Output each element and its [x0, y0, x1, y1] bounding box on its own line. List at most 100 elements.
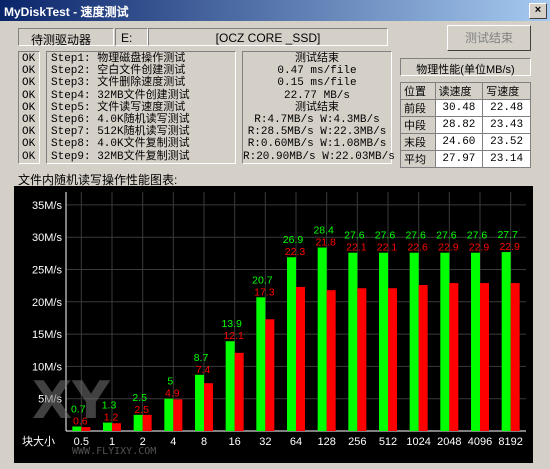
x-tick-label: 32	[259, 436, 271, 448]
perf-position: 前段	[400, 99, 436, 117]
x-axis-label: 块大小	[22, 434, 55, 448]
performance-chart: 5M/s10M/s15M/s20M/s25M/s30M/s35M/s0.70.6…	[14, 186, 533, 463]
x-tick-label: 256	[348, 436, 366, 448]
x-tick-label: 128	[317, 436, 335, 448]
step-status: OK	[22, 89, 36, 102]
read-data-label: 27.6	[344, 230, 365, 242]
read-bar	[164, 398, 174, 431]
perf-title: 物理性能(单位MB/s)	[416, 64, 515, 76]
read-bar	[348, 252, 358, 431]
step-name: Step1: 物理磁盘操作测试	[51, 53, 186, 65]
step-status: OK	[22, 150, 36, 163]
result-list: 测试结束 0.47 ms/file 0.15 ms/file 22.77 MB/…	[242, 51, 395, 164]
step-status: OK	[22, 101, 36, 114]
read-bar	[440, 252, 450, 431]
read-bar	[133, 414, 143, 431]
result-value: 0.15 ms/file	[277, 77, 357, 90]
drive-letter: E:	[121, 31, 133, 45]
write-bar	[204, 383, 213, 431]
result-value: R:0.60MB/s W:1.08MB/s	[247, 138, 387, 151]
result-value: R:20.90MB/s W:22.03MB/s	[243, 150, 395, 163]
read-bar	[471, 252, 480, 431]
step-status: OK	[22, 65, 36, 78]
perf-position: 末段	[400, 133, 436, 151]
x-tick-label: 1024	[406, 436, 430, 448]
result-value: 22.77 MB/s	[283, 89, 350, 102]
read-data-label: 13.9	[221, 318, 242, 330]
write-data-label: 21.8	[315, 237, 336, 249]
watermark-url: WWW.FLYIXY.COM	[72, 446, 156, 457]
drive-letter-box: E:	[115, 28, 148, 46]
write-bar	[480, 283, 489, 431]
read-bar	[225, 341, 235, 431]
read-data-label: 27.6	[467, 230, 488, 242]
step-name: Step3: 文件删除速度测试	[51, 77, 186, 90]
write-data-label: 22.9	[438, 242, 459, 254]
step-status: OK	[22, 77, 36, 90]
x-tick-label: 4096	[468, 436, 492, 448]
y-tick-label: 30M/s	[32, 232, 62, 244]
write-data-label: 17.3	[254, 286, 275, 298]
read-data-label: 8.7	[194, 352, 209, 364]
perf-read: 28.82	[434, 116, 484, 134]
read-bar	[287, 257, 296, 431]
write-bar	[449, 283, 459, 431]
step-name: Step7: 512K随机读写测试	[51, 126, 190, 139]
perf-header: 写速度	[482, 82, 531, 100]
write-bar	[234, 352, 244, 431]
step-name: Step2: 空白文件创建测试	[51, 65, 186, 78]
finish-test-button[interactable]: 测试结束	[447, 25, 531, 51]
perf-row: 前段 30.48 22.48	[400, 99, 531, 117]
step-status: OK	[22, 138, 36, 151]
y-tick-label: 35M/s	[32, 200, 62, 212]
result-value: 0.47 ms/file	[277, 65, 357, 78]
write-bar	[326, 290, 336, 431]
y-tick-label: 25M/s	[32, 265, 62, 277]
status-list: OK OK OK OK OK OK OK OK OK	[18, 51, 40, 164]
title-bar: MyDiskTest - 速度测试 ×	[0, 0, 550, 21]
perf-position: 平均	[400, 150, 436, 168]
write-data-label: 2.5	[134, 404, 149, 416]
perf-write: 23.14	[482, 150, 531, 168]
step-name: Step9: 32MB文件复制测试	[51, 150, 190, 163]
result-value: R:28.5MB/s W:22.3MB/s	[247, 126, 387, 139]
step-name: Step4: 32MB文件创建测试	[51, 89, 190, 102]
write-bar	[388, 288, 397, 431]
write-bar	[265, 319, 275, 431]
app-window: MyDiskTest - 速度测试 × 待测驱动器 E: [OCZ CORE _…	[0, 0, 550, 469]
x-tick-label: 16	[229, 436, 241, 448]
perf-write: 23.52	[482, 133, 531, 151]
drive-model: [OCZ CORE _SSD]	[215, 31, 321, 45]
result-value: 测试结束	[295, 101, 339, 114]
perf-row: 中段 28.82 23.43	[400, 116, 531, 134]
write-bar	[357, 288, 367, 431]
x-tick-label: 8	[201, 436, 207, 448]
read-data-label: 27.7	[497, 229, 518, 241]
chart-panel: 5M/s 10M/s 15M/s 20M/s 25M/s 30M/s 35M/s 0.7 0.6…	[14, 186, 533, 463]
read-data-label: 27.6	[375, 230, 396, 242]
perf-read: 24.60	[434, 133, 484, 151]
perf-row: 平均 27.97 23.14	[400, 150, 531, 168]
x-tick-label: 8192	[498, 436, 522, 448]
step-name: Step8: 4.0K文件复制测试	[51, 138, 190, 151]
x-tick-label: 512	[379, 436, 397, 448]
step-status: OK	[22, 113, 36, 126]
write-bar	[112, 423, 121, 431]
read-data-label: 20.7	[252, 274, 273, 286]
window-title: MyDiskTest - 速度测试	[4, 5, 129, 19]
read-bar	[409, 252, 419, 431]
write-data-label: 22.9	[499, 241, 520, 253]
read-data-label: 2.5	[132, 392, 147, 404]
write-bar	[173, 399, 183, 431]
read-bar	[317, 247, 327, 431]
write-bar	[296, 286, 305, 431]
read-data-label: 26.9	[283, 234, 304, 246]
perf-write: 23.43	[482, 116, 531, 134]
write-data-label: 4.9	[165, 388, 180, 400]
step-status: OK	[22, 53, 36, 65]
write-bar	[142, 414, 152, 431]
close-button[interactable]: ×	[529, 3, 547, 19]
perf-read: 27.97	[434, 150, 484, 168]
perf-position: 中段	[400, 116, 436, 134]
perf-table: 位置 读速度 写速度 前段 30.48 22.48 中段 28.82 23.43…	[400, 82, 531, 168]
